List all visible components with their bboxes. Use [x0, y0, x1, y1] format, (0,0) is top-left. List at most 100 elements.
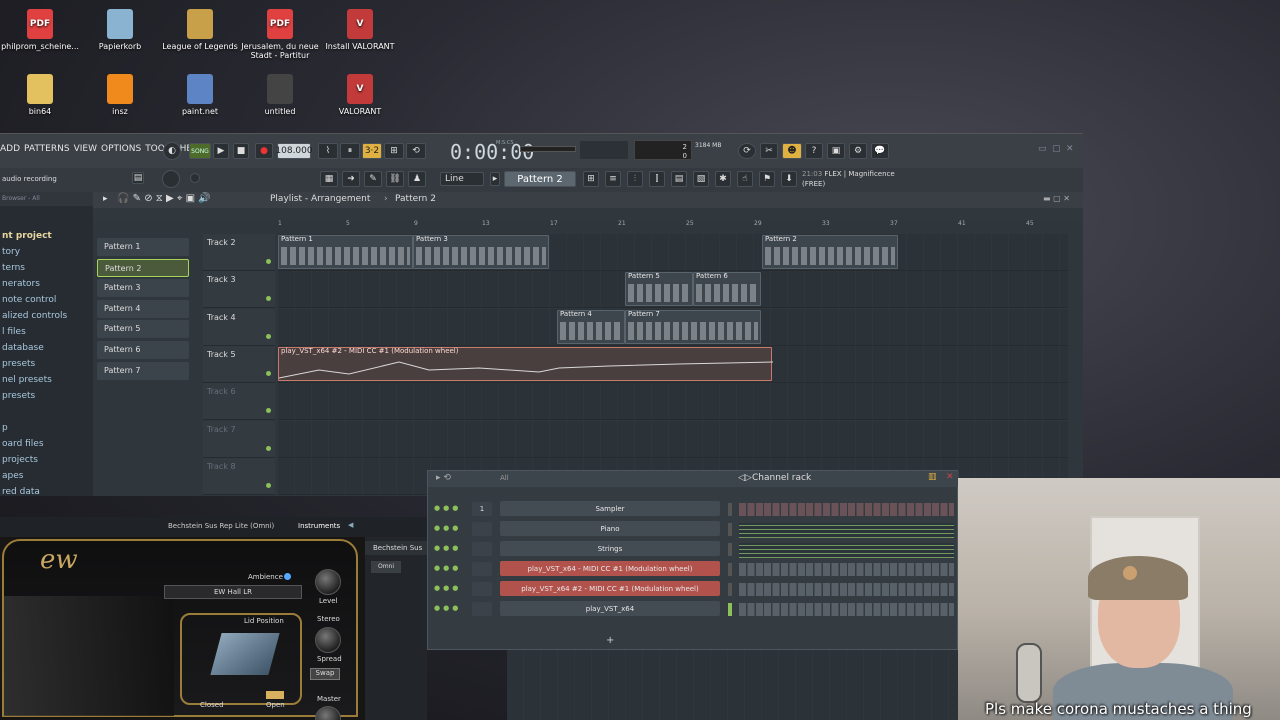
song-mode-button[interactable]: SONG: [189, 143, 211, 159]
track-mute-led[interactable]: [266, 333, 271, 339]
pattern-clip[interactable]: Pattern 6: [693, 272, 761, 307]
channel-select-led[interactable]: [728, 523, 732, 536]
pattern-clip[interactable]: Pattern 5: [625, 272, 693, 307]
track-mute-led[interactable]: [266, 296, 271, 302]
play-button[interactable]: ▶: [213, 143, 229, 159]
channel-name-button[interactable]: Sampler: [500, 501, 720, 516]
pattern-selector[interactable]: Pattern 2: [504, 171, 576, 187]
step-sequencer[interactable]: [739, 583, 954, 596]
playlist-scrollbar[interactable]: [93, 208, 1083, 220]
step-edit-icon[interactable]: ⊞: [384, 143, 404, 159]
close-icon[interactable]: ✕: [1066, 144, 1074, 154]
track-mute-led[interactable]: [266, 445, 271, 451]
arrow-icon[interactable]: ➜: [342, 171, 360, 187]
track-lane[interactable]: Pattern 1 Pattern 3 Pattern 2: [278, 234, 1068, 271]
channel-select-led[interactable]: [728, 583, 732, 596]
pattern-clip[interactable]: Pattern 3: [413, 235, 549, 269]
channel-name-button[interactable]: play_VST_x64 #2 - MIDI CC #1 (Modulation…: [500, 581, 720, 596]
browser-item[interactable]: terns: [0, 260, 93, 276]
rack-menu-icon[interactable]: ▸ ⟲: [436, 473, 451, 483]
channel-select-led[interactable]: [728, 543, 732, 556]
track-header[interactable]: Track 8: [203, 457, 275, 495]
desktop-icon[interactable]: untitled: [240, 70, 320, 116]
channel-mute-solo-icons[interactable]: ●●●: [434, 584, 461, 592]
channel-mixer-track[interactable]: [472, 522, 492, 536]
browser-item[interactable]: tory: [0, 244, 93, 260]
channel-mute-solo-icons[interactable]: ●●●: [434, 504, 461, 512]
desktop-icon[interactable]: V VALORANT: [320, 70, 400, 116]
wait-icon[interactable]: ⏸: [340, 143, 360, 159]
pattern-clip[interactable]: Pattern 4: [557, 309, 625, 344]
channel-mute-solo-icons[interactable]: ●●●: [434, 564, 461, 572]
browser-item[interactable]: alized controls: [0, 308, 93, 324]
channel-mixer-track[interactable]: [472, 542, 492, 556]
desktop-icon[interactable]: V Install VALORANT: [320, 5, 400, 51]
metronome-icon[interactable]: ◐: [163, 142, 181, 160]
step-sequencer[interactable]: [739, 603, 954, 616]
plugin-preset-name[interactable]: Bechstein Sus Rep Lite (Omni): [168, 522, 274, 530]
master-pitch-slider[interactable]: [580, 141, 628, 159]
track-header[interactable]: Track 4: [203, 308, 275, 346]
channel-name-button[interactable]: Piano: [500, 521, 720, 536]
track-lane[interactable]: Pattern 4 Pattern 7: [278, 308, 1068, 346]
browser-item[interactable]: note control: [0, 292, 93, 308]
record-button[interactable]: ●: [255, 143, 273, 159]
channel-piano-roll-preview[interactable]: [739, 523, 954, 538]
desktop-icon[interactable]: League of Legends: [160, 5, 240, 51]
playlist-menu-icon[interactable]: ▸: [103, 194, 108, 204]
track-lane[interactable]: play_VST_x64 #2 - MIDI CC #1 (Modulation…: [278, 345, 1068, 383]
browser-item[interactable]: nel presets: [0, 372, 93, 388]
swap-button[interactable]: Swap: [310, 668, 340, 680]
pattern-clip[interactable]: Pattern 1: [278, 235, 413, 269]
track-header[interactable]: Track 2: [203, 234, 275, 271]
browser-item[interactable]: nt project: [0, 228, 93, 244]
chat-icon[interactable]: 💬: [871, 143, 889, 159]
reverb-selector[interactable]: EW Hall LR: [164, 585, 302, 599]
pattern-clip[interactable]: Pattern 7: [625, 309, 761, 344]
channel-mixer-track[interactable]: [472, 582, 492, 596]
plugin-icon[interactable]: ⚙: [849, 143, 867, 159]
add-pattern-icon[interactable]: ⊞: [583, 171, 599, 187]
browser-item[interactable]: presets: [0, 356, 93, 372]
main-volume-knob[interactable]: [162, 170, 180, 188]
channel-name-button[interactable]: play_VST_x64 - MIDI CC #1 (Modulation wh…: [500, 561, 720, 576]
news-panel[interactable]: 21:03 FLEX | Magnificence (FREE): [802, 169, 895, 189]
time-ruler[interactable]: 1 5 9 13 17 21 25 29 33 37 41 45: [278, 220, 1068, 232]
desktop-icon[interactable]: Papierkorb: [80, 5, 160, 51]
channel-select-led[interactable]: [728, 603, 732, 616]
pattern-list-item[interactable]: Pattern 6: [97, 340, 189, 359]
desktop-icon[interactable]: PDF Jerusalem, du neue Stadt - Partitur: [240, 5, 320, 60]
channel-mixer-track[interactable]: [472, 602, 492, 616]
track-mute-led[interactable]: [266, 408, 271, 414]
pattern-list-item[interactable]: Pattern 1: [97, 238, 189, 256]
monitor-icon[interactable]: ▤: [132, 172, 144, 184]
desktop-icon[interactable]: PDF philprom_scheine...: [0, 5, 80, 51]
stereo-spread-knob[interactable]: [315, 627, 341, 653]
track-mute-led[interactable]: [266, 370, 271, 376]
ambience-led[interactable]: [284, 573, 291, 580]
browser-item[interactable]: red data: [0, 484, 93, 500]
rack-graph-icon[interactable]: ▥: [928, 472, 937, 482]
pattern-list-item[interactable]: Pattern 4: [97, 299, 189, 318]
plugin-picker-icon[interactable]: ✱: [715, 171, 731, 187]
channel-select-led[interactable]: [728, 503, 732, 516]
main-pitch-knob[interactable]: [190, 173, 200, 183]
snap-tool-icon[interactable]: ⌇: [318, 143, 338, 159]
playlist-view-icon[interactable]: ▧: [693, 171, 709, 187]
track-header[interactable]: Track 5: [203, 345, 275, 383]
desktop-icon[interactable]: insz: [80, 70, 160, 116]
link-icon[interactable]: ⛓: [386, 171, 404, 187]
menu-item[interactable]: PATTERNS: [24, 144, 70, 154]
browser-item[interactable]: projects: [0, 452, 93, 468]
help-tools-icon[interactable]: ☻: [782, 143, 802, 159]
step-sequencer[interactable]: [739, 503, 954, 516]
rack-filter[interactable]: All: [500, 474, 509, 482]
track-mute-led[interactable]: [266, 482, 271, 488]
pattern-list-item[interactable]: Pattern 5: [97, 320, 189, 339]
channel-name-button[interactable]: play_VST_x64: [500, 601, 720, 616]
browser-item[interactable]: l files: [0, 324, 93, 340]
browser-icon[interactable]: ▤: [671, 171, 687, 187]
channel-name-button[interactable]: Strings: [500, 541, 720, 556]
desktop-icon[interactable]: paint.net: [160, 70, 240, 116]
rack-close-icon[interactable]: ✕: [946, 472, 954, 482]
